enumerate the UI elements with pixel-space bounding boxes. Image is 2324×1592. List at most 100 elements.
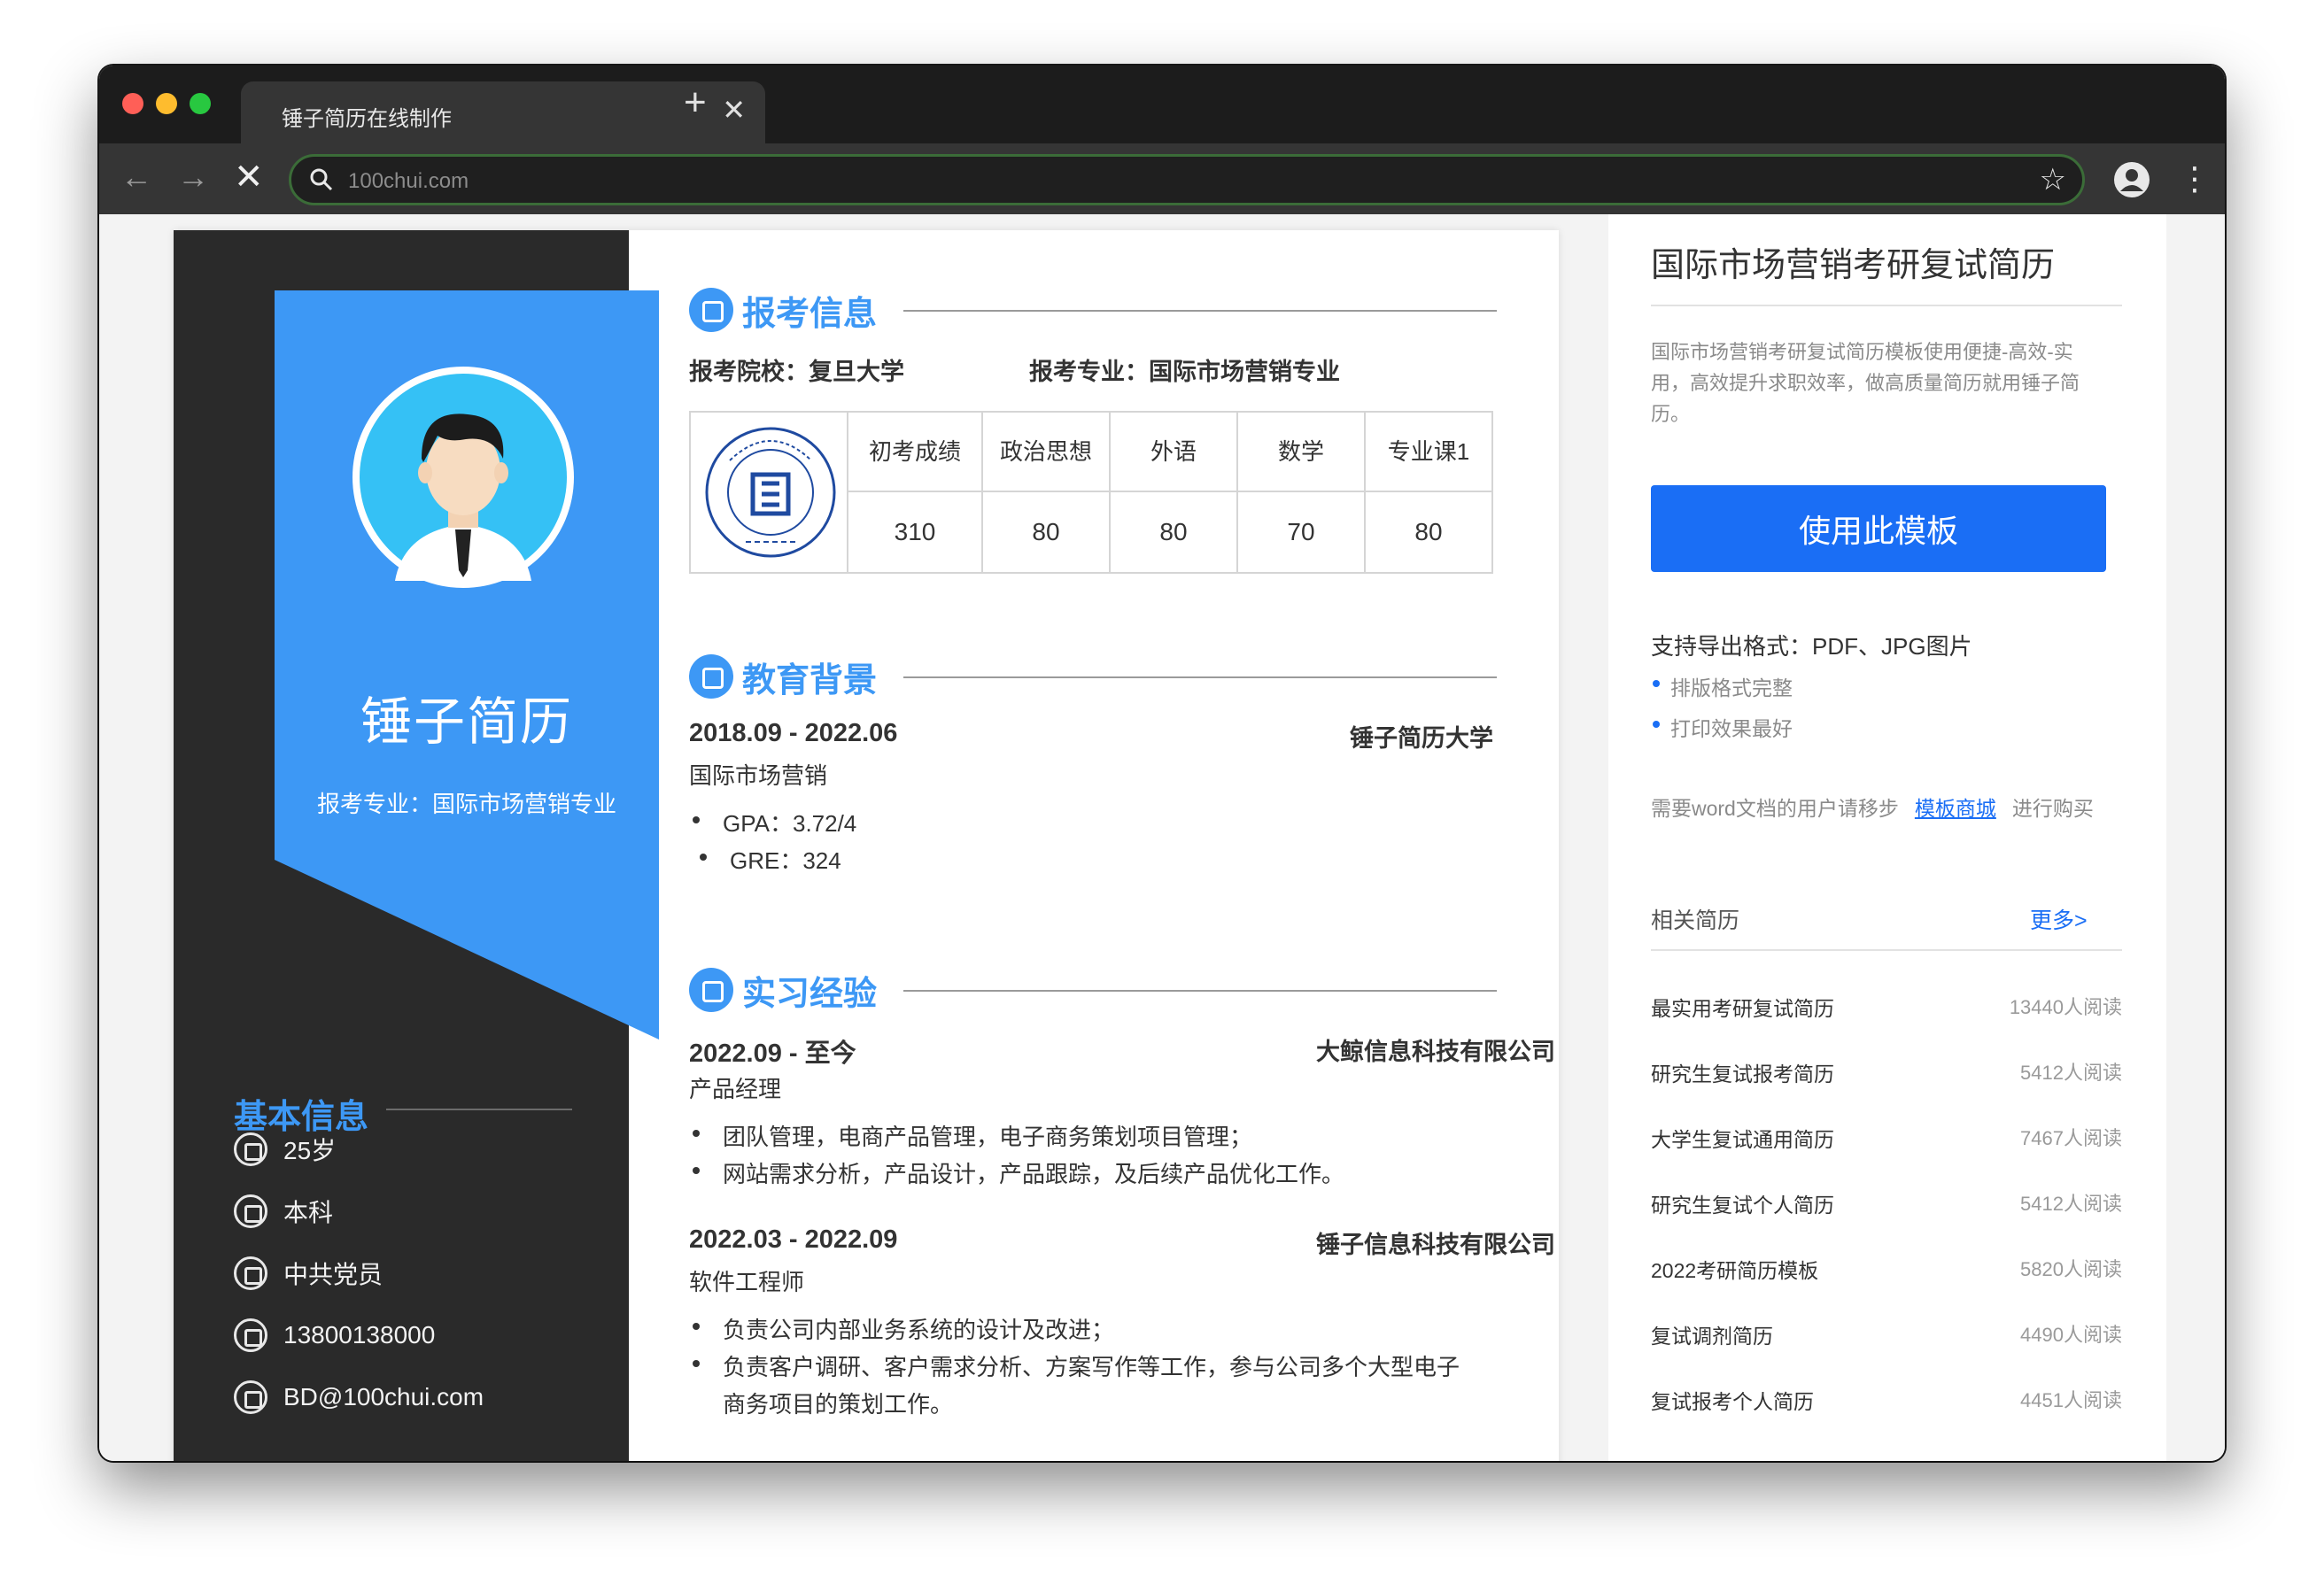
export-formats: 支持导出格式：PDF、JPG图片	[1651, 633, 1972, 660]
section-title: 报考信息	[742, 295, 878, 333]
avatar-illustration	[360, 374, 567, 581]
related-item-name[interactable]: 复试调剂简历	[1651, 1319, 1773, 1349]
section-title: 教育背景	[742, 661, 878, 699]
section-title: 实习经验	[742, 975, 878, 1013]
related-item-name[interactable]: 最实用考研复试简历	[1651, 992, 1834, 1022]
minimize-window-button[interactable]	[156, 93, 177, 114]
score-value: 80	[1032, 518, 1060, 545]
menu-icon[interactable]: ⋮	[2179, 159, 2211, 198]
back-icon[interactable]: ←	[120, 158, 152, 197]
address-bar[interactable]: 100chui.com ☆	[289, 154, 2085, 205]
education-bullet: GPA：3.72/4	[692, 806, 856, 839]
job-bullet: 团队管理，电商产品管理，电子商务策划项目管理；	[692, 1119, 1252, 1152]
related-item-name[interactable]: 复试报考个人简历	[1651, 1385, 1814, 1415]
panel-divider	[1651, 949, 2122, 951]
tab-close-icon[interactable]: ✕	[722, 96, 746, 124]
related-item-name[interactable]: 研究生复试个人简历	[1651, 1188, 1834, 1218]
maximize-window-button[interactable]	[190, 93, 211, 114]
url-text[interactable]: 100chui.com	[348, 169, 469, 194]
info-text: 25岁	[283, 1137, 337, 1164]
job-bullet: 负责客户调研、客户需求分析、方案写作等工作，参与公司多个大型电子	[692, 1349, 1460, 1382]
job-bullet: 网站需求分析，产品设计，产品跟踪，及后续产品优化工作。	[692, 1156, 1344, 1189]
related-item-count: 5412人阅读	[2020, 1193, 2122, 1215]
avatar	[352, 367, 574, 588]
template-store-link[interactable]: 模板商城	[1915, 797, 1996, 820]
score-value: 70	[1287, 518, 1315, 545]
section-divider	[903, 310, 1497, 312]
feature-item: 排版格式完整	[1653, 671, 1793, 701]
search-icon	[310, 168, 333, 191]
job-role: 产品经理	[689, 1076, 782, 1102]
score-header: 政治思想	[983, 413, 1109, 492]
related-item[interactable]: 最实用考研复试简历 13440人阅读	[1651, 992, 2122, 1027]
info-political: 中共党员	[234, 1254, 383, 1293]
info-text: 本科	[283, 1199, 334, 1226]
basic-info-divider	[386, 1109, 572, 1110]
bookmark-star-icon[interactable]: ☆	[2040, 162, 2066, 197]
tab-strip: 锤子简历在线制作 ✕ +	[99, 66, 2225, 143]
job-period: 2022.09 - 至今	[689, 1039, 856, 1068]
score-header: 外语	[1111, 413, 1236, 492]
resume-preview: 锤子简历 报考专业：国际市场营销专业 基本信息 25岁 本科 中共党员 1380…	[174, 230, 1559, 1461]
score-column: 政治思想 80	[983, 413, 1111, 572]
education-section-header: 教育背景	[689, 652, 877, 701]
related-item-count: 7467人阅读	[2020, 1127, 2122, 1149]
related-item[interactable]: 2022考研简历模板 5820人阅读	[1651, 1254, 2122, 1289]
related-item-count: 4451人阅读	[2020, 1389, 2122, 1411]
related-item[interactable]: 复试报考个人简历 4451人阅读	[1651, 1385, 2122, 1420]
close-window-button[interactable]	[122, 93, 143, 114]
related-item[interactable]: 复试调剂简历 4490人阅读	[1651, 1319, 2122, 1355]
score-value: 80	[1159, 518, 1188, 545]
word-note: 需要word文档的用户请移步 模板商城 进行购买	[1651, 792, 2094, 822]
info-text: 13800138000	[283, 1321, 436, 1349]
score-value: 310	[894, 518, 936, 545]
info-degree: 本科	[234, 1192, 333, 1231]
profile-icon[interactable]	[2113, 161, 2150, 198]
score-header: 专业课1	[1366, 413, 1491, 492]
internship-section-header: 实习经验	[689, 965, 877, 1015]
info-text: BD@100chui.com	[283, 1383, 484, 1410]
related-item-name[interactable]: 2022考研简历模板	[1651, 1254, 1818, 1284]
phone-icon	[234, 1318, 267, 1352]
score-column: 数学 70	[1238, 413, 1366, 572]
education-major: 国际市场营销	[689, 762, 828, 789]
university-logo-cell	[691, 413, 848, 572]
stop-loading-icon[interactable]: ✕	[234, 158, 264, 197]
related-title: 相关简历	[1651, 908, 1740, 933]
related-item-count: 4490人阅读	[2020, 1324, 2122, 1346]
mail-icon	[234, 1380, 267, 1414]
job-period: 2022.03 - 2022.09	[689, 1225, 898, 1254]
related-item-count: 5820人阅读	[2020, 1258, 2122, 1280]
resume-major-line: 报考专业：国际市场营销专业	[316, 791, 616, 817]
info-phone: 13800138000	[234, 1316, 435, 1355]
score-column: 专业课1 80	[1366, 413, 1491, 572]
browser-toolbar: ← → ✕ 100chui.com ☆ ⋮	[99, 143, 2225, 214]
related-item-name[interactable]: 大学生复试通用简历	[1651, 1123, 1834, 1153]
score-column: 初考成绩 310	[848, 413, 983, 572]
briefcase-icon	[689, 968, 733, 1012]
job-company: 锤子信息科技有限公司	[1316, 1232, 1555, 1258]
score-table: 初考成绩 310 政治思想 80 外语 80 数学 70 专业课1 80	[689, 411, 1493, 574]
related-item-name[interactable]: 研究生复试报考简历	[1651, 1057, 1834, 1087]
job-bullet-continued: 商务项目的策划工作。	[723, 1391, 954, 1418]
score-header: 数学	[1238, 413, 1364, 492]
exam-school: 报考院校：复旦大学	[689, 359, 904, 385]
related-item[interactable]: 大学生复试通用简历 7467人阅读	[1651, 1123, 2122, 1158]
related-item[interactable]: 研究生复试报考简历 5412人阅读	[1651, 1057, 2122, 1093]
forward-icon[interactable]: →	[177, 158, 209, 197]
resume-name: 锤子简历	[360, 693, 573, 751]
panel-divider	[1651, 305, 2122, 306]
job-bullet: 负责公司内部业务系统的设计及改进；	[692, 1312, 1114, 1345]
more-link[interactable]: 更多>	[2030, 903, 2088, 935]
use-template-button[interactable]: 使用此模板	[1651, 485, 2106, 572]
party-icon	[234, 1256, 267, 1290]
new-tab-button[interactable]: +	[684, 81, 707, 124]
related-item[interactable]: 研究生复试个人简历 5412人阅读	[1651, 1188, 2122, 1224]
note-text: 进行购买	[2011, 797, 2094, 820]
education-period: 2018.09 - 2022.06	[689, 719, 898, 747]
related-item-count: 5412人阅读	[2020, 1062, 2122, 1084]
section-divider	[903, 990, 1497, 992]
chart-icon	[234, 1132, 267, 1166]
job-company: 大鲸信息科技有限公司	[1316, 1039, 1555, 1065]
exam-major: 报考专业：国际市场营销专业	[1029, 359, 1340, 385]
